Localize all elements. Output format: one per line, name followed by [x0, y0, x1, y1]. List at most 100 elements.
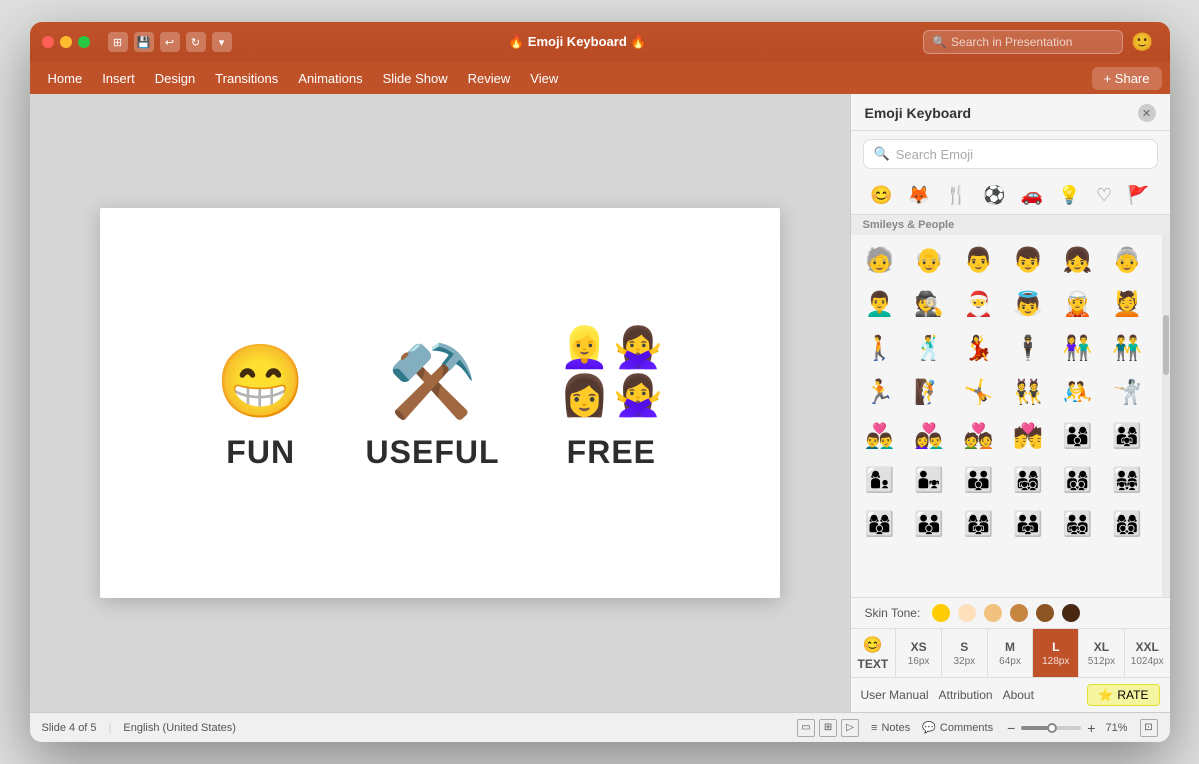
- emoji-cell[interactable]: 👵: [1106, 239, 1148, 281]
- sidebar-toggle-icon[interactable]: ⊞: [108, 32, 128, 52]
- emoji-cell[interactable]: 🏃: [859, 371, 901, 413]
- category-food[interactable]: 🍴: [941, 183, 971, 208]
- category-travel[interactable]: 🚗: [1017, 183, 1047, 208]
- size-text[interactable]: 😊 TEXT: [851, 629, 897, 677]
- grid-view-icon[interactable]: ⊞: [819, 719, 837, 737]
- emoji-panel-close-button[interactable]: ✕: [1138, 104, 1156, 122]
- zoom-in-button[interactable]: +: [1085, 720, 1097, 736]
- emoji-cell[interactable]: 🚶: [859, 327, 901, 369]
- emoji-cell[interactable]: 👯: [1007, 371, 1049, 413]
- category-symbols[interactable]: ♡: [1092, 183, 1116, 208]
- undo-icon[interactable]: ↩: [160, 32, 180, 52]
- scrollbar-thumb[interactable]: [1163, 315, 1169, 375]
- minimize-button[interactable]: [60, 36, 72, 48]
- save-icon[interactable]: 💾: [134, 32, 154, 52]
- more-icon[interactable]: ▾: [212, 32, 232, 52]
- emoji-cell[interactable]: 🤺: [1106, 371, 1148, 413]
- emoji-cell[interactable]: 👼: [1007, 283, 1049, 325]
- emoji-cell[interactable]: 👨‍👩‍👧‍👦: [1007, 459, 1049, 501]
- size-xxl[interactable]: XXL 1024px: [1125, 629, 1170, 677]
- emoji-cell[interactable]: 💆: [1106, 283, 1148, 325]
- user-manual-link[interactable]: User Manual: [861, 688, 929, 702]
- emoji-cell[interactable]: 👨‍👨‍👧: [1007, 503, 1049, 545]
- emoji-cell[interactable]: 👨‍👨‍👧‍👦: [1057, 503, 1099, 545]
- emoji-cell[interactable]: 👩‍👩‍👧: [958, 503, 1000, 545]
- category-activities[interactable]: ⚽: [979, 183, 1009, 208]
- scrollbar-track[interactable]: [1162, 235, 1170, 597]
- emoji-cell[interactable]: 👨‍👩‍👧: [1106, 415, 1148, 457]
- emoji-cell[interactable]: 👨‍👧: [908, 459, 950, 501]
- size-xs[interactable]: XS 16px: [896, 629, 942, 677]
- maximize-button[interactable]: [78, 36, 90, 48]
- category-objects[interactable]: 💡: [1054, 183, 1084, 208]
- emoji-cell[interactable]: 👨‍🦱: [859, 283, 901, 325]
- presentation-search[interactable]: 🔍 Search in Presentation: [923, 30, 1123, 54]
- emoji-cell[interactable]: 💃: [958, 327, 1000, 369]
- emoji-cell[interactable]: 🎅: [958, 283, 1000, 325]
- redo-icon[interactable]: ↻: [186, 32, 206, 52]
- emoji-cell[interactable]: 👦: [1007, 239, 1049, 281]
- skin-tone-medium[interactable]: [1010, 604, 1028, 622]
- emoji-cell[interactable]: 👫: [1057, 327, 1099, 369]
- emoji-cell[interactable]: 🧗: [908, 371, 950, 413]
- emoji-cell[interactable]: 🤸: [958, 371, 1000, 413]
- skin-tone-medium-light[interactable]: [984, 604, 1002, 622]
- emoji-cell[interactable]: 🧝: [1057, 283, 1099, 325]
- about-link[interactable]: About: [1003, 688, 1034, 702]
- fit-to-window-icon[interactable]: ⊡: [1140, 719, 1158, 737]
- skin-tone-light[interactable]: [958, 604, 976, 622]
- emoji-cell[interactable]: 👬: [1106, 327, 1148, 369]
- emoji-cell[interactable]: 🕺: [908, 327, 950, 369]
- category-animals[interactable]: 🦊: [904, 183, 934, 208]
- emoji-cell[interactable]: 🤼: [1057, 371, 1099, 413]
- emoji-cell[interactable]: 👨‍👩‍👧‍👧: [1106, 459, 1148, 501]
- comments-button[interactable]: 💬 Comments: [922, 721, 993, 734]
- emoji-cell[interactable]: 👨‍👨‍👦: [908, 503, 950, 545]
- category-flags[interactable]: 🚩: [1123, 183, 1153, 208]
- size-m[interactable]: M 64px: [988, 629, 1034, 677]
- zoom-out-button[interactable]: −: [1005, 720, 1017, 736]
- menu-design[interactable]: Design: [145, 67, 205, 90]
- emoji-search-box[interactable]: 🔍 Search Emoji: [863, 139, 1158, 169]
- menu-home[interactable]: Home: [38, 67, 93, 90]
- emoji-cell[interactable]: 🕴️: [1007, 327, 1049, 369]
- close-button[interactable]: [42, 36, 54, 48]
- emoji-cell[interactable]: 👨‍👩‍👦: [1057, 415, 1099, 457]
- emoji-cell[interactable]: 👴: [908, 239, 950, 281]
- menu-insert[interactable]: Insert: [92, 67, 145, 90]
- slide-canvas[interactable]: 😁 FUN ⚒️ USEFUL 👱‍♀️ 🙅‍♀️ 👩: [100, 208, 780, 598]
- emoji-cell[interactable]: 👪: [958, 459, 1000, 501]
- emoji-cell[interactable]: 🕵️: [908, 283, 950, 325]
- share-button[interactable]: + Share: [1092, 67, 1162, 90]
- size-xl[interactable]: XL 512px: [1079, 629, 1125, 677]
- normal-view-icon[interactable]: ▭: [797, 719, 815, 737]
- emoji-grid-container[interactable]: 🧓 👴 👨 👦 👧 👵 👨‍🦱 🕵️ 🎅 👼 🧝 💆 🚶 �: [851, 235, 1162, 597]
- emoji-cell[interactable]: 👨‍❤️‍👨: [859, 415, 901, 457]
- menu-slideshow[interactable]: Slide Show: [373, 67, 458, 90]
- zoom-slider[interactable]: [1021, 726, 1081, 730]
- emoji-cell[interactable]: 👨: [958, 239, 1000, 281]
- emoji-cell[interactable]: 👩‍👩‍👦‍👦: [1106, 503, 1148, 545]
- size-l[interactable]: L 128px: [1033, 629, 1079, 677]
- size-s[interactable]: S 32px: [942, 629, 988, 677]
- skin-tone-dark[interactable]: [1062, 604, 1080, 622]
- emoji-cell[interactable]: 👨‍👩‍👦‍👦: [1057, 459, 1099, 501]
- presenter-view-icon[interactable]: ▷: [841, 719, 859, 737]
- emoji-cell[interactable]: 👩‍👩‍👦: [859, 503, 901, 545]
- skin-tone-medium-dark[interactable]: [1036, 604, 1054, 622]
- notes-button[interactable]: ≡ Notes: [871, 722, 910, 734]
- emoji-cell[interactable]: 👧: [1057, 239, 1099, 281]
- menu-animations[interactable]: Animations: [288, 67, 372, 90]
- emoji-cell[interactable]: 👩‍👦: [859, 459, 901, 501]
- emoji-face-icon[interactable]: 🙂: [1131, 32, 1153, 53]
- category-smileys[interactable]: 😊: [866, 183, 896, 208]
- menu-view[interactable]: View: [520, 67, 568, 90]
- emoji-cell[interactable]: 💑: [958, 415, 1000, 457]
- emoji-cell[interactable]: 🧓: [859, 239, 901, 281]
- attribution-link[interactable]: Attribution: [939, 688, 993, 702]
- menu-transitions[interactable]: Transitions: [205, 67, 288, 90]
- rate-button[interactable]: ⭐ RATE: [1087, 684, 1159, 706]
- emoji-cell[interactable]: 👩‍❤️‍👨: [908, 415, 950, 457]
- emoji-cell[interactable]: 💏: [1007, 415, 1049, 457]
- menu-review[interactable]: Review: [458, 67, 521, 90]
